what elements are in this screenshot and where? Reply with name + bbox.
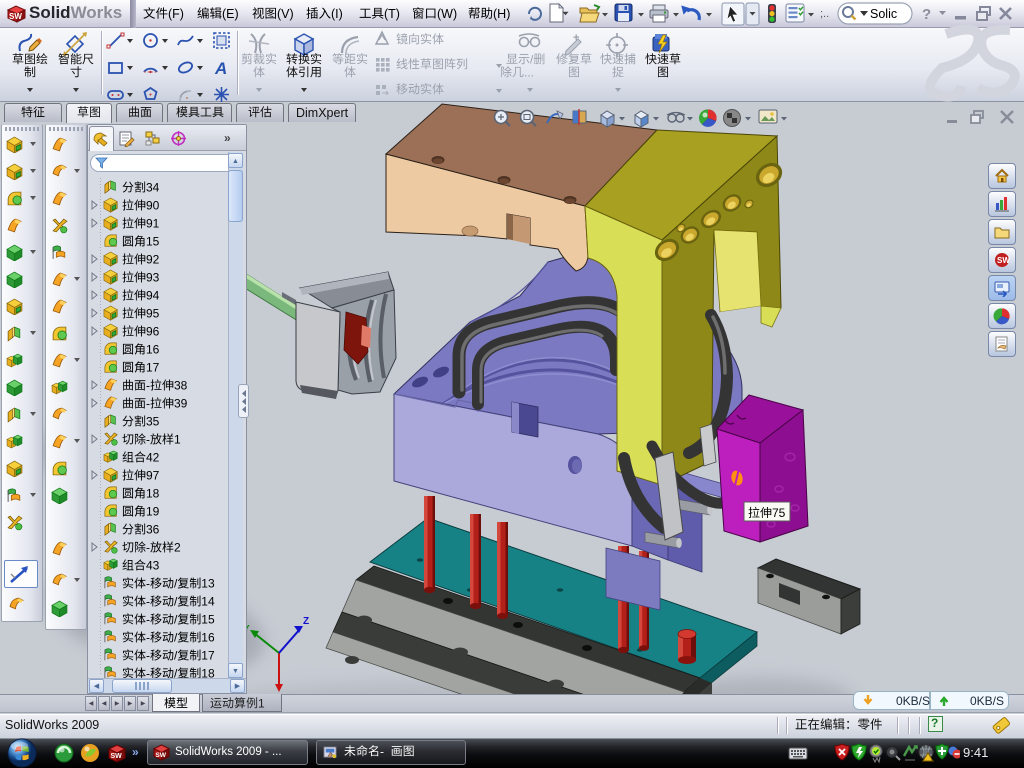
svg-text:SW: SW (111, 753, 123, 760)
svg-text:2: 2 (174, 541, 181, 555)
svg-text:SW: SW (997, 256, 1010, 265)
svg-text:39: 39 (174, 397, 188, 411)
svg-text:94: 94 (146, 289, 160, 303)
svg-text:93: 93 (146, 271, 160, 285)
svg-text:1: 1 (174, 433, 181, 447)
svg-text:16: 16 (146, 343, 160, 357)
svg-text:36: 36 (146, 523, 160, 537)
svg-text:-: - (146, 595, 150, 609)
svg-text:91: 91 (146, 217, 160, 231)
svg-text:-: - (146, 379, 150, 393)
svg-text:?: ? (922, 6, 931, 23)
svg-text:92: 92 (146, 253, 160, 267)
svg-text:16: 16 (201, 631, 215, 645)
svg-text:!: ! (931, 757, 933, 763)
svg-text:96: 96 (146, 325, 160, 339)
svg-text:-: - (146, 613, 150, 627)
svg-text:(E): (E) (222, 7, 239, 21)
svg-text:/: / (174, 631, 178, 645)
svg-text:95: 95 (146, 307, 160, 321)
svg-text:15: 15 (201, 613, 215, 627)
svg-text:»: » (132, 745, 139, 759)
svg-text:A: A (214, 59, 227, 77)
svg-text:(T): (T) (384, 7, 400, 21)
svg-text:/: / (530, 52, 534, 66)
svg-text:17: 17 (146, 361, 160, 375)
svg-text:-: - (146, 433, 150, 447)
svg-text:...: ... (524, 65, 534, 79)
svg-text:-: - (146, 631, 150, 645)
svg-text:-: - (146, 577, 150, 591)
svg-text:34: 34 (146, 181, 160, 195)
svg-text:13: 13 (201, 577, 215, 591)
svg-text:(F): (F) (168, 7, 184, 21)
svg-text:-: - (146, 649, 150, 663)
svg-text:17: 17 (201, 649, 215, 663)
svg-text:(I): (I) (331, 7, 343, 21)
svg-text:-: - (146, 541, 150, 555)
svg-text:Z: Z (303, 616, 309, 627)
svg-text:/: / (174, 613, 178, 627)
svg-text:+: + (573, 32, 579, 44)
svg-text:1: 1 (258, 696, 265, 710)
svg-text:38: 38 (174, 379, 188, 393)
svg-text:14: 14 (201, 595, 215, 609)
svg-text:(V): (V) (277, 7, 294, 21)
svg-text:15: 15 (146, 235, 160, 249)
svg-text:/: / (174, 649, 178, 663)
svg-text:75: 75 (772, 506, 786, 520)
svg-text:/: / (174, 577, 178, 591)
svg-text:Solic: Solic (870, 7, 897, 21)
svg-text:90: 90 (146, 199, 160, 213)
svg-text:/: / (174, 595, 178, 609)
svg-text:18: 18 (146, 487, 160, 501)
svg-text:0KB/S: 0KB/S (896, 694, 930, 708)
svg-text:-: - (146, 397, 150, 411)
svg-text:;..: ;.. (820, 8, 829, 20)
svg-text:42: 42 (146, 451, 160, 465)
svg-text:19: 19 (146, 505, 160, 519)
svg-text:-: - (380, 744, 384, 758)
svg-text:97: 97 (146, 469, 160, 483)
svg-text:(H): (H) (493, 7, 510, 21)
svg-text:0KB/S: 0KB/S (970, 694, 1004, 708)
svg-text:SW: SW (155, 752, 166, 759)
svg-text:43: 43 (146, 559, 160, 573)
svg-text:(W): (W) (437, 7, 457, 21)
svg-text:SW: SW (9, 12, 22, 21)
svg-text:35: 35 (146, 415, 160, 429)
svg-text:SolidWorks 2009: SolidWorks 2009 (5, 718, 99, 732)
